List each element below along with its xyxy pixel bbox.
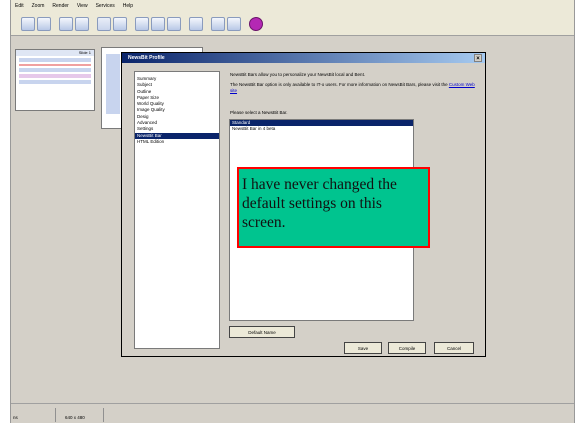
menu-view[interactable]: View xyxy=(77,3,88,9)
close-icon[interactable]: × xyxy=(474,54,482,62)
thumbnail-band xyxy=(19,74,91,78)
menu-help[interactable]: Help xyxy=(123,3,133,9)
menu-services[interactable]: Services xyxy=(96,3,115,9)
page-thumbnail-strip xyxy=(106,54,120,114)
menu-edit[interactable]: Edit xyxy=(15,3,24,9)
print-icon[interactable] xyxy=(167,16,181,31)
default-name-button[interactable]: Default Name xyxy=(229,326,295,338)
image-icon[interactable] xyxy=(227,16,241,31)
preview-icon[interactable] xyxy=(189,16,203,31)
nav-item-html-edition[interactable]: HTML Edition xyxy=(135,139,219,145)
toolbar-separator xyxy=(53,17,57,31)
compile-button[interactable]: Compile xyxy=(388,342,426,354)
description-text: The NewsBit Bar option is only available… xyxy=(230,82,448,87)
thumbnail-band xyxy=(19,64,91,66)
status-zoom: 640 x 480 xyxy=(65,415,85,420)
annotation-callout: I have never changed the default setting… xyxy=(237,167,430,248)
toolbar-separator xyxy=(183,17,187,31)
thumbnail-band xyxy=(19,80,91,84)
status-divider xyxy=(103,408,104,422)
toolbar-separator xyxy=(205,17,209,31)
save-button[interactable]: Save xyxy=(344,342,382,354)
toolbar-separator xyxy=(243,17,247,31)
find-icon[interactable] xyxy=(211,16,225,31)
thumbnail-band xyxy=(19,58,91,62)
slide-thumbnail-label: Slide 1 xyxy=(16,50,94,56)
description-line-1: NewsBit Bars allow you to personalize yo… xyxy=(230,72,366,77)
menu-zoom[interactable]: Zoom xyxy=(32,3,45,9)
profile-item-beta[interactable]: NewsBit Bar in 4 beta xyxy=(230,126,413,132)
color-icon[interactable] xyxy=(249,16,263,31)
copy-icon[interactable] xyxy=(75,16,89,31)
redo-icon[interactable] xyxy=(135,16,149,31)
menu-render[interactable]: Render xyxy=(52,3,68,9)
select-prompt: Please select a NewsBit Bar. xyxy=(230,110,288,115)
slide-thumbnail[interactable]: Slide 1 xyxy=(15,49,95,111)
save-icon[interactable] xyxy=(151,16,165,31)
open-icon[interactable] xyxy=(37,16,51,31)
menu-bar: Edit Zoom Render View Services Help xyxy=(11,0,574,12)
toolbar-separator xyxy=(91,17,95,31)
app-window: Edit Zoom Render View Services Help Slid… xyxy=(10,0,575,423)
description-line-2: The NewsBit Bar option is only available… xyxy=(230,82,475,94)
profile-nav-list: Summary Subject Outline Paper Size World… xyxy=(134,71,220,349)
cancel-button[interactable]: Cancel xyxy=(434,342,474,354)
cut-icon[interactable] xyxy=(59,16,73,31)
status-divider xyxy=(55,408,56,422)
undo-icon[interactable] xyxy=(113,16,127,31)
status-left: ns xyxy=(13,415,18,420)
toolbar-separator xyxy=(129,17,133,31)
status-bar: ns 640 x 480 xyxy=(11,403,574,423)
dialog-titlebar: NewsBit Profile × xyxy=(122,53,485,63)
thumbnail-band xyxy=(19,68,91,72)
toolbar xyxy=(11,12,574,36)
new-icon[interactable] xyxy=(21,16,35,31)
paste-icon[interactable] xyxy=(97,16,111,31)
dialog-title: NewsBit Profile xyxy=(128,55,165,61)
dialog-description: NewsBit Bars allow you to personalize yo… xyxy=(230,72,475,94)
